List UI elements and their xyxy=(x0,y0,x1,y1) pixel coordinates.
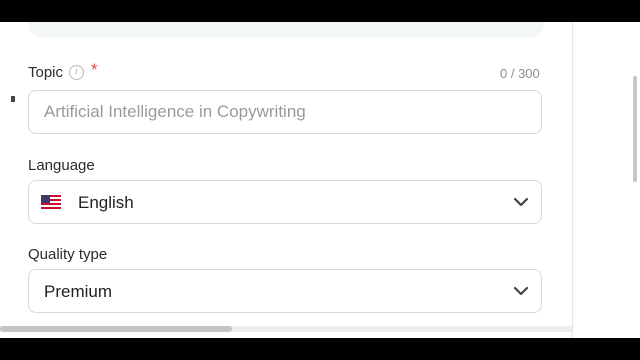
language-select[interactable]: English xyxy=(28,180,542,224)
quality-label: Quality type xyxy=(28,246,108,263)
chevron-down-icon xyxy=(513,197,529,207)
character-counter: 0 / 300 xyxy=(500,66,540,81)
language-value: English xyxy=(78,193,134,212)
required-asterisk: * xyxy=(91,60,98,79)
quality-value: Premium xyxy=(44,282,113,301)
right-divider xyxy=(572,22,573,338)
topic-field[interactable] xyxy=(28,90,542,134)
language-label: Language xyxy=(28,157,95,174)
form-viewport: Topic i * 0 / 300 Language English Quali… xyxy=(0,22,640,338)
mouse-cursor xyxy=(11,96,15,102)
quality-select[interactable]: Premium xyxy=(28,269,542,313)
info-icon[interactable]: i xyxy=(69,65,84,80)
topic-input[interactable] xyxy=(44,91,524,133)
horizontal-scrollbar-thumb[interactable] xyxy=(0,326,232,332)
top-card xyxy=(28,22,544,38)
vertical-scrollbar[interactable] xyxy=(633,76,637,182)
chevron-down-icon xyxy=(513,286,529,296)
us-flag-icon xyxy=(41,195,61,209)
topic-label: Topic xyxy=(28,64,64,81)
